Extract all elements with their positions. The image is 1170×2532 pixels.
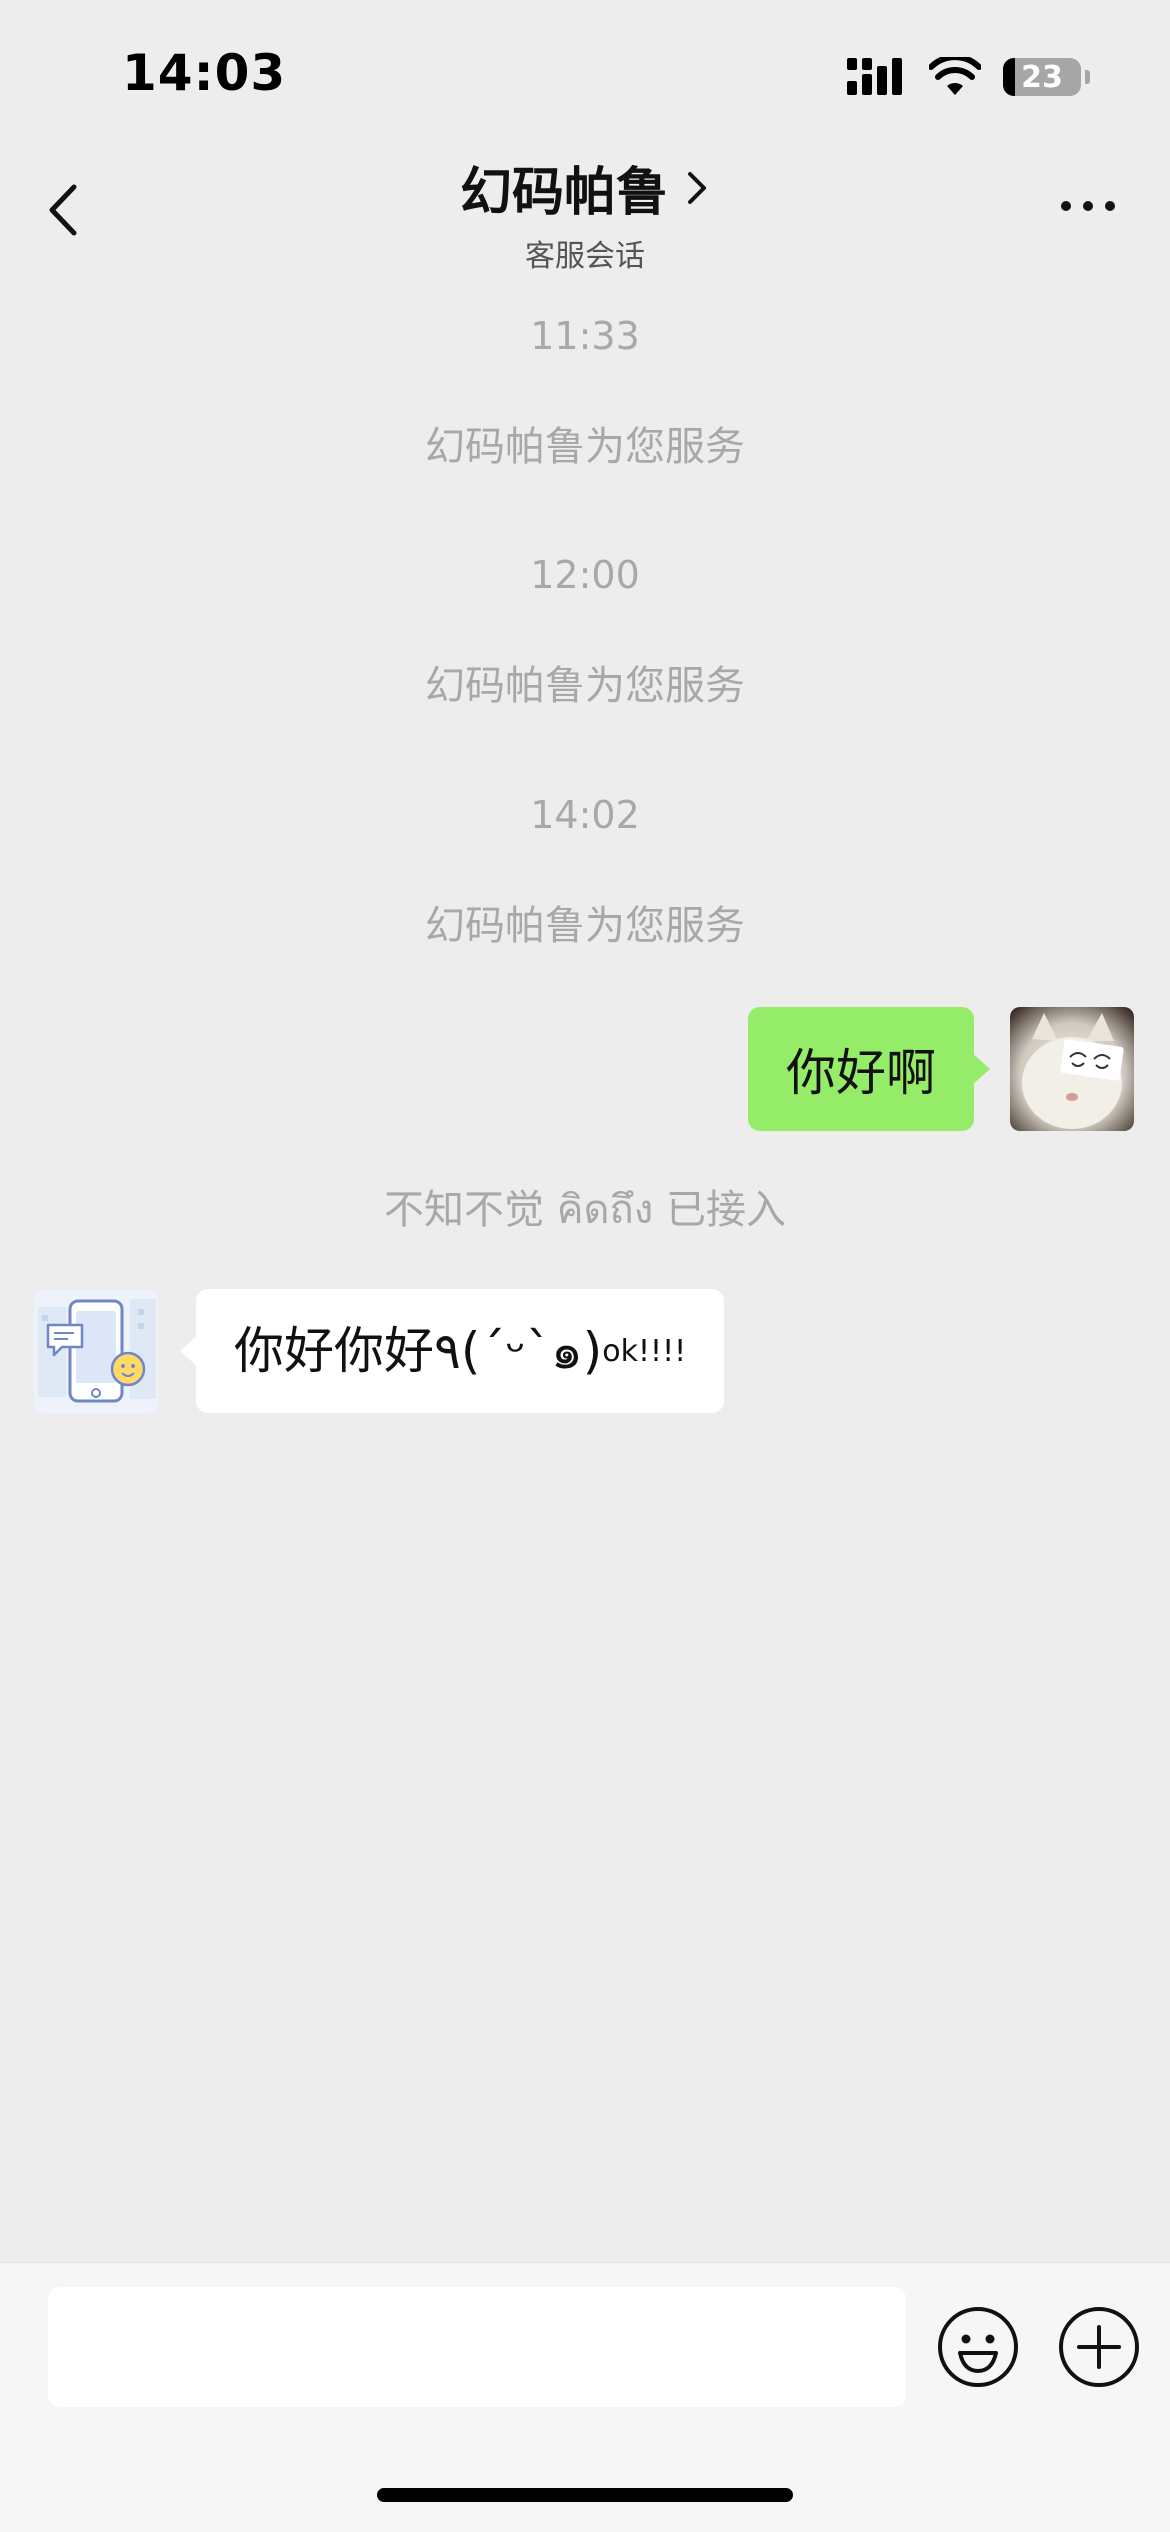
customer-service-phone-icon (34, 1289, 158, 1413)
user-avatar[interactable] (1010, 1007, 1134, 1131)
incoming-message-text: 你好你好٩(ˊᵕˋ๑) (234, 1322, 603, 1380)
nav-title-row[interactable]: 幻码帕鲁 (460, 150, 710, 225)
system-message: 不知不觉 คิดถึง 已接入 (384, 1187, 786, 1233)
outgoing-message-bubble[interactable]: 你好啊 (748, 1007, 990, 1131)
outgoing-message-text: 你好啊 (786, 1044, 936, 1102)
wifi-icon (929, 57, 981, 95)
system-message: 幻码帕鲁为您服务 (425, 903, 745, 949)
message-input[interactable] (48, 2287, 906, 2407)
page-title[interactable]: 幻码帕鲁 (460, 150, 668, 225)
message-timestamp: 12:00 (530, 553, 640, 597)
battery-level: 23 (1021, 59, 1063, 95)
chevron-right-icon[interactable] (684, 168, 710, 208)
battery-icon: 23 (1003, 58, 1081, 96)
message-timestamp: 11:33 (530, 314, 640, 358)
message-timestamp: 14:02 (530, 793, 640, 837)
emoji-icon[interactable] (936, 2305, 1020, 2389)
system-message: 幻码帕鲁为您服务 (425, 663, 745, 709)
incoming-message-bubble[interactable]: 你好你好٩(ˊᵕˋ๑) ok!!!! (179, 1289, 725, 1413)
chat-screen: 14:03 23 幻码帕鲁 客服会话 11:33 幻码帕鲁为您服务 12:00 … (0, 0, 1170, 2532)
status-time: 14:03 (122, 44, 287, 102)
more-dots-icon[interactable] (1058, 196, 1118, 216)
nav-title-area[interactable]: 幻码帕鲁 客服会话 (0, 150, 1170, 275)
home-indicator[interactable] (377, 2488, 793, 2502)
incoming-message-suffix: ok!!!! (602, 1333, 687, 1369)
battery-nub (1085, 70, 1090, 84)
agent-avatar[interactable] (34, 1289, 158, 1413)
cellular-signal-icon (847, 58, 902, 95)
page-subtitle: 客服会话 (525, 239, 645, 274)
plus-circle-icon[interactable] (1057, 2305, 1141, 2389)
status-indicators: 23 (847, 52, 1090, 102)
cat-avatar-icon (1010, 1007, 1134, 1131)
system-message: 幻码帕鲁为您服务 (425, 424, 745, 470)
